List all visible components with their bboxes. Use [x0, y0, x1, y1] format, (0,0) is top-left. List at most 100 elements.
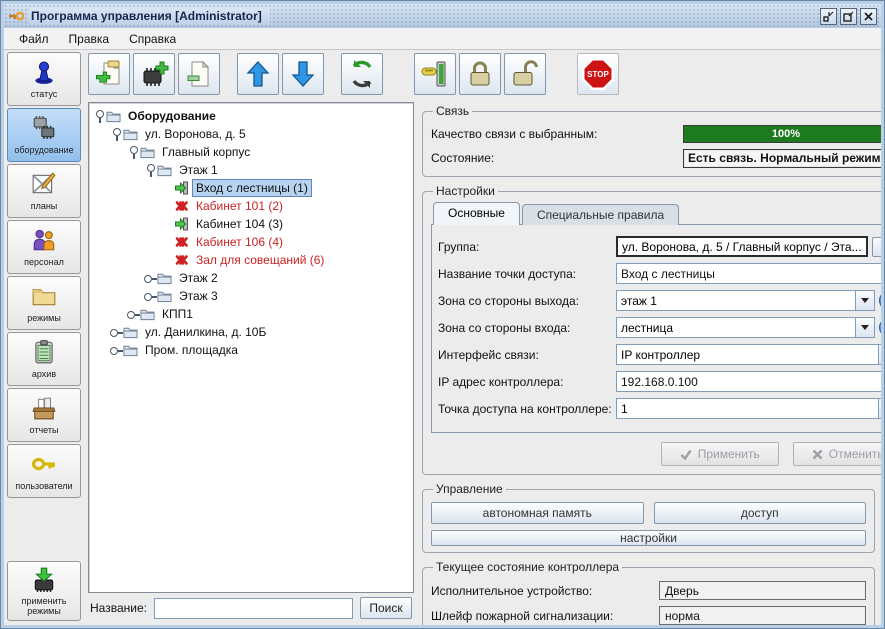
sidebar-item-modes[interactable]: режимы — [7, 276, 81, 330]
access-point-button[interactable] — [414, 53, 456, 95]
remove-item-button[interactable] — [178, 53, 220, 95]
folder-icon — [123, 343, 141, 358]
settings-actions-row: Применить Отменить — [431, 433, 881, 468]
settings-tab-panel: Группа: ул. Воронова, д. 5 / Главный кор… — [431, 224, 881, 433]
group-browse-button[interactable]: ... — [872, 237, 881, 257]
cancel-button[interactable]: Отменить — [793, 442, 881, 466]
sidebar-item-reports[interactable]: отчеты — [7, 388, 81, 442]
close-button[interactable] — [860, 8, 877, 25]
sidebar-item-label: пользователи — [15, 481, 72, 491]
tree-node[interactable]: Кабинет 106 (4) — [89, 233, 413, 251]
sidebar-item-plans[interactable]: планы — [7, 164, 81, 218]
move-up-button[interactable] — [237, 53, 279, 95]
unlock-button[interactable] — [504, 53, 546, 95]
app-icon — [8, 9, 24, 23]
folder-icon — [123, 127, 141, 142]
help-icon[interactable]: ? — [879, 291, 881, 310]
reports-box-icon — [31, 395, 57, 425]
access-point-icon — [174, 217, 192, 232]
access-point-name-input[interactable] — [616, 263, 881, 284]
chevron-down-icon[interactable] — [855, 318, 874, 337]
settings-field-row: IP адрес контроллера: — [438, 368, 881, 395]
tree-node[interactable]: Кабинет 101 (2) — [89, 197, 413, 215]
menu-bar: Файл Правка Справка — [4, 28, 881, 50]
tree-node[interactable]: Этаж 1 — [89, 161, 413, 179]
folder-icon — [123, 325, 141, 340]
sidebar-item-status[interactable]: статус — [7, 52, 81, 106]
lock-button[interactable] — [459, 53, 501, 95]
tree-node-selected[interactable]: Вход с лестницы (1) — [89, 179, 413, 197]
entry-zone-value: лестница — [617, 321, 855, 335]
tree-expand-handle[interactable] — [127, 306, 140, 322]
stop-button[interactable]: STOP — [577, 53, 619, 95]
maximize-button[interactable] — [840, 8, 857, 25]
move-down-button[interactable] — [282, 53, 324, 95]
plans-map-icon — [31, 171, 57, 201]
add-controller-button[interactable] — [133, 53, 175, 95]
tree-expand-handle[interactable] — [110, 342, 123, 358]
tree-collapse-handle[interactable] — [110, 126, 123, 142]
chevron-down-icon[interactable] — [855, 291, 874, 310]
tree-node[interactable]: Оборудование — [89, 107, 413, 125]
add-group-button[interactable] — [88, 53, 130, 95]
access-button[interactable]: доступ — [654, 502, 867, 524]
tree-node[interactable]: КПП1 — [89, 305, 413, 323]
tree-node-label: КПП1 — [158, 305, 197, 323]
chevron-down-icon[interactable] — [878, 345, 881, 364]
controller-access-point-label: Точка доступа на контроллере: — [438, 402, 616, 416]
tab-special-rules[interactable]: Специальные правила — [522, 204, 679, 225]
autonomous-memory-button[interactable]: автономная память — [431, 502, 644, 524]
apply-modes-chip-icon — [31, 566, 57, 596]
state-row: Исполнительное устройство: Дверь — [431, 578, 866, 603]
apply-button[interactable]: Применить — [661, 442, 779, 466]
settings-group: Настройки Основные Специальные правила Г… — [422, 184, 881, 475]
tree-node[interactable]: Зал для совещаний (6) — [89, 251, 413, 269]
help-icon[interactable]: ? — [879, 318, 881, 337]
exit-zone-combobox[interactable]: этаж 1 — [616, 290, 875, 311]
tree-node[interactable]: Главный корпус — [89, 143, 413, 161]
controller-settings-button[interactable]: настройки — [431, 530, 866, 546]
equipment-tree[interactable]: Оборудование ул. Воронова, д. 5 Главный … — [88, 102, 414, 593]
tree-expand-handle[interactable] — [144, 270, 157, 286]
tree-expand-handle[interactable] — [110, 324, 123, 340]
tab-general[interactable]: Основные — [433, 202, 520, 225]
tree-node[interactable]: Этаж 2 — [89, 269, 413, 287]
ip-address-input[interactable] — [616, 371, 881, 392]
controller-state-group-title: Текущее состояние контроллера — [433, 560, 622, 574]
tree-node[interactable]: Кабинет 104 (3) — [89, 215, 413, 233]
controller-access-point-combobox[interactable]: 1 — [616, 398, 881, 419]
check-icon — [680, 449, 692, 460]
refresh-button[interactable] — [341, 53, 383, 95]
tree-collapse-handle[interactable] — [93, 108, 106, 124]
actuator-value: Дверь — [659, 581, 866, 600]
sidebar-item-personnel[interactable]: персонал — [7, 220, 81, 274]
tree-node-label: Кабинет 101 (2) — [192, 197, 287, 215]
sidebar-item-label: персонал — [24, 257, 64, 267]
tree-node[interactable]: ул. Воронова, д. 5 — [89, 125, 413, 143]
tree-node[interactable]: Пром. площадка — [89, 341, 413, 359]
sidebar-apply-modes-button[interactable]: применить режимы — [7, 561, 81, 621]
sidebar-item-users[interactable]: пользователи — [7, 444, 81, 498]
menu-help[interactable]: Справка — [120, 30, 185, 48]
minimize-button[interactable] — [820, 8, 837, 25]
sidebar-item-archive[interactable]: архив — [7, 332, 81, 386]
tree-node[interactable]: Этаж 3 — [89, 287, 413, 305]
sidebar-item-equipment[interactable]: оборудование — [7, 108, 81, 162]
tree-expand-handle[interactable] — [144, 288, 157, 304]
menu-file[interactable]: Файл — [10, 30, 58, 48]
search-input[interactable] — [154, 598, 353, 619]
tree-collapse-handle[interactable] — [127, 144, 140, 160]
tree-collapse-handle[interactable] — [144, 162, 157, 178]
connection-quality-label: Качество связи с выбранным: — [431, 127, 683, 141]
menu-edit[interactable]: Правка — [60, 30, 119, 48]
cancel-button-label: Отменить — [829, 447, 881, 461]
search-button[interactable]: Поиск — [360, 597, 412, 619]
group-path-field[interactable]: ул. Воронова, д. 5 / Главный корпус / Эт… — [616, 236, 868, 257]
connection-quality-row: Качество связи с выбранным: 100% — [431, 122, 881, 146]
entry-zone-combobox[interactable]: лестница — [616, 317, 875, 338]
equipment-chips-icon — [31, 115, 57, 145]
interface-combobox[interactable]: IP контроллер — [616, 344, 881, 365]
tree-node[interactable]: ул. Данилкина, д. 10Б — [89, 323, 413, 341]
equipment-tree-panel: Оборудование ул. Воронова, д. 5 Главный … — [84, 100, 416, 625]
chevron-down-icon[interactable] — [878, 399, 881, 418]
